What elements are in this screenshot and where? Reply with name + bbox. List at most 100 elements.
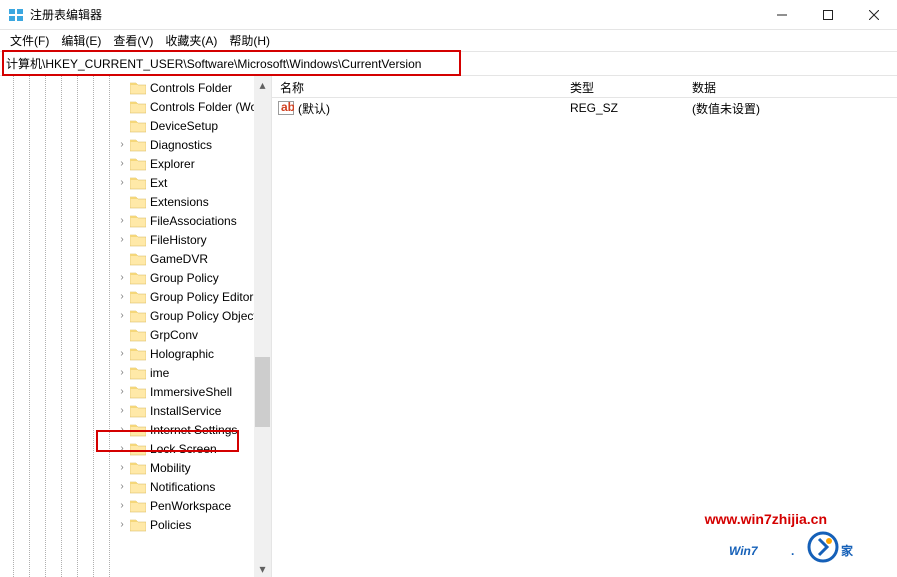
folder-icon — [130, 81, 146, 95]
tree-item-label: Extensions — [150, 195, 209, 209]
close-button[interactable] — [851, 0, 897, 29]
tree-item-label: Mobility — [150, 461, 191, 475]
expand-icon[interactable]: › — [116, 310, 128, 322]
tree-item[interactable]: DeviceSetup — [2, 116, 271, 135]
tree-item[interactable]: › InstallService — [2, 401, 271, 420]
tree-item-label: Explorer — [150, 157, 195, 171]
folder-icon — [130, 347, 146, 361]
folder-icon — [130, 195, 146, 209]
tree-item[interactable]: › Diagnostics — [2, 135, 271, 154]
expand-icon[interactable]: › — [116, 405, 128, 417]
tree-item[interactable]: › Explorer — [2, 154, 271, 173]
expand-icon[interactable]: › — [116, 424, 128, 436]
expand-icon[interactable]: › — [116, 139, 128, 151]
tree-item[interactable]: GrpConv — [2, 325, 271, 344]
expand-icon[interactable]: › — [116, 462, 128, 474]
tree-item[interactable]: ›PenWorkspace — [2, 496, 271, 515]
column-header-data[interactable]: 数据 — [684, 76, 897, 97]
tree-item[interactable]: GameDVR — [2, 249, 271, 268]
window-title: 注册表编辑器 — [30, 6, 759, 23]
scroll-down-icon[interactable]: ▾ — [254, 560, 271, 577]
minimize-button[interactable] — [759, 0, 805, 29]
tree-item[interactable]: › Internet Settings — [2, 420, 271, 439]
scroll-up-icon[interactable]: ▴ — [254, 76, 271, 93]
folder-icon — [130, 442, 146, 456]
tree-item-label: Lock Screen — [150, 442, 217, 456]
folder-icon — [130, 366, 146, 380]
tree-item-label: Controls Folder (Wo — [150, 100, 257, 114]
expand-icon[interactable]: › — [116, 500, 128, 512]
menu-file[interactable]: 文件(F) — [4, 30, 55, 51]
folder-icon — [130, 309, 146, 323]
tree-item-label: GameDVR — [150, 252, 208, 266]
expand-icon[interactable]: › — [116, 158, 128, 170]
menu-help[interactable]: 帮助(H) — [223, 30, 276, 51]
value-type: REG_SZ — [562, 101, 684, 115]
tree-item-label: Notifications — [150, 480, 215, 494]
expand-icon[interactable]: › — [116, 234, 128, 246]
tree-item-label: Controls Folder — [150, 81, 232, 95]
menu-favorites[interactable]: 收藏夹(A) — [159, 30, 223, 51]
column-headers: 名称 类型 数据 — [272, 76, 897, 98]
tree[interactable]: Controls Folder Controls Folder (Wo Device… — [0, 76, 271, 534]
address-bar[interactable] — [0, 52, 897, 75]
tree-item[interactable]: › Policies — [2, 515, 271, 534]
values-pane: 名称 类型 数据 ab(默认) REG_SZ(数值未设置) — [272, 76, 897, 577]
tree-item-label: InstallService — [150, 404, 221, 418]
maximize-button[interactable] — [805, 0, 851, 29]
tree-item-label: ImmersiveShell — [150, 385, 232, 399]
expand-icon[interactable]: › — [116, 481, 128, 493]
value-row[interactable]: ab(默认) REG_SZ(数值未设置) — [272, 98, 897, 118]
tree-item[interactable]: ›ime — [2, 363, 271, 382]
folder-icon — [130, 385, 146, 399]
tree-item-label: Group Policy — [150, 271, 219, 285]
tree-item[interactable]: › FileHistory — [2, 230, 271, 249]
tree-item[interactable]: › Notifications — [2, 477, 271, 496]
folder-icon — [130, 252, 146, 266]
tree-item[interactable]: ›Group Policy Objects — [2, 306, 271, 325]
tree-scrollbar[interactable]: ▴ ▾ — [254, 76, 271, 577]
tree-item-label: Internet Settings — [150, 423, 237, 437]
column-header-type[interactable]: 类型 — [562, 76, 684, 97]
tree-item[interactable]: › Ext — [2, 173, 271, 192]
tree-item[interactable]: Controls Folder — [2, 78, 271, 97]
tree-item[interactable]: Controls Folder (Wo — [2, 97, 271, 116]
tree-item[interactable]: Extensions — [2, 192, 271, 211]
address-bar-container — [0, 52, 897, 76]
folder-icon — [130, 499, 146, 513]
tree-item[interactable]: › FileAssociations — [2, 211, 271, 230]
tree-item[interactable]: › Mobility — [2, 458, 271, 477]
tree-item-label: Policies — [150, 518, 191, 532]
expand-icon[interactable]: › — [116, 177, 128, 189]
expand-icon[interactable]: › — [116, 291, 128, 303]
expand-icon[interactable]: › — [116, 519, 128, 531]
expand-icon[interactable]: › — [116, 367, 128, 379]
expand-icon[interactable]: › — [116, 348, 128, 360]
menu-edit[interactable]: 编辑(E) — [55, 30, 107, 51]
tree-item-label: Diagnostics — [150, 138, 212, 152]
expand-icon[interactable]: › — [116, 272, 128, 284]
tree-item-label: Ext — [150, 176, 167, 190]
tree-item[interactable]: › ImmersiveShell — [2, 382, 271, 401]
expand-icon[interactable]: › — [116, 215, 128, 227]
tree-item-label: FileHistory — [150, 233, 207, 247]
menu-view[interactable]: 查看(V) — [107, 30, 159, 51]
folder-icon — [130, 176, 146, 190]
expand-icon[interactable]: › — [116, 386, 128, 398]
tree-item[interactable]: › Lock Screen — [2, 439, 271, 458]
tree-item[interactable]: ›Holographic — [2, 344, 271, 363]
window-controls — [759, 0, 897, 29]
folder-icon — [130, 157, 146, 171]
value-name: (默认) — [298, 100, 330, 117]
column-header-name[interactable]: 名称 — [272, 76, 562, 97]
tree-item[interactable]: › Group Policy — [2, 268, 271, 287]
tree-item-label: FileAssociations — [150, 214, 237, 228]
folder-icon — [130, 214, 146, 228]
string-value-icon: ab — [278, 100, 294, 116]
expand-icon[interactable]: › — [116, 443, 128, 455]
value-data: (数值未设置) — [684, 100, 897, 117]
scroll-thumb[interactable] — [255, 357, 270, 427]
folder-icon — [130, 461, 146, 475]
tree-item[interactable]: ›Group Policy Editor — [2, 287, 271, 306]
scroll-track[interactable] — [254, 93, 271, 560]
